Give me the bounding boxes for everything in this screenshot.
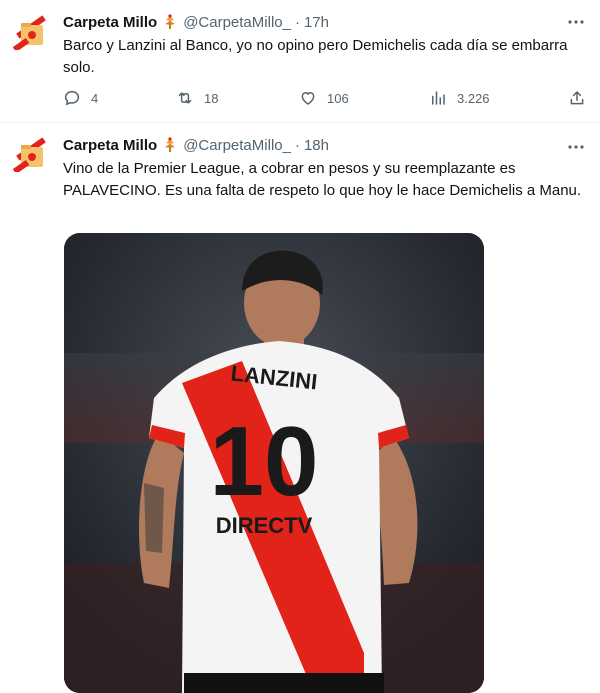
- author-handle[interactable]: @CarpetaMillo_: [183, 14, 291, 31]
- share-button[interactable]: [568, 86, 596, 110]
- avatar[interactable]: [12, 136, 49, 175]
- player-photo: LANZINI 10 DIRECTV: [64, 233, 484, 693]
- timestamp[interactable]: 18h: [304, 137, 329, 154]
- tweet-header: Carpeta Millo @CarpetaMillo_ · 18h: [63, 135, 329, 155]
- tweet-photo[interactable]: LANZINI 10 DIRECTV: [64, 233, 484, 693]
- views-icon: [432, 91, 445, 105]
- author-name[interactable]: Carpeta Millo: [63, 137, 157, 154]
- like-button[interactable]: 106: [299, 86, 349, 110]
- share-icon: [570, 91, 584, 105]
- separator: ·: [294, 136, 300, 154]
- more-icon[interactable]: [566, 12, 586, 32]
- avatar[interactable]: [12, 14, 49, 53]
- retweet-icon: [178, 92, 192, 104]
- retweet-button[interactable]: 18: [176, 86, 218, 110]
- views-count: 3.226: [457, 90, 490, 106]
- author-name[interactable]: Carpeta Millo: [63, 14, 157, 31]
- like-count: 106: [327, 90, 349, 106]
- more-icon[interactable]: [566, 137, 586, 157]
- timestamp[interactable]: 17h: [304, 14, 329, 31]
- retweet-count: 18: [204, 90, 219, 106]
- reply-count: 4: [91, 90, 99, 106]
- verified-badge-icon: [163, 136, 177, 154]
- tweet-actions: 4 18 106 3.226: [63, 86, 593, 110]
- tweet-text: Barco y Lanzini al Banco, yo no opino pe…: [63, 37, 568, 76]
- author-handle[interactable]: @CarpetaMillo_: [183, 137, 291, 154]
- verified-badge-icon: [163, 13, 177, 31]
- jersey-number: 10: [209, 406, 318, 516]
- like-icon: [301, 92, 315, 105]
- jersey-sponsor: DIRECTV: [216, 513, 313, 538]
- avatar-folder-icon: [12, 15, 46, 53]
- views-button[interactable]: 3.226: [429, 86, 490, 110]
- reply-icon: [64, 90, 80, 106]
- reply-button[interactable]: 4: [63, 86, 98, 110]
- tweet-text: Vino de la Premier League, a cobrar en p…: [63, 160, 582, 199]
- tweet[interactable]: Carpeta Millo @CarpetaMillo_ · 18h Vino …: [0, 123, 600, 693]
- avatar-folder-icon: [12, 137, 46, 175]
- tweet[interactable]: Carpeta Millo @CarpetaMillo_ · 17h Barco…: [0, 0, 600, 123]
- separator: ·: [294, 13, 300, 31]
- tweet-header: Carpeta Millo @CarpetaMillo_ · 17h: [63, 12, 329, 32]
